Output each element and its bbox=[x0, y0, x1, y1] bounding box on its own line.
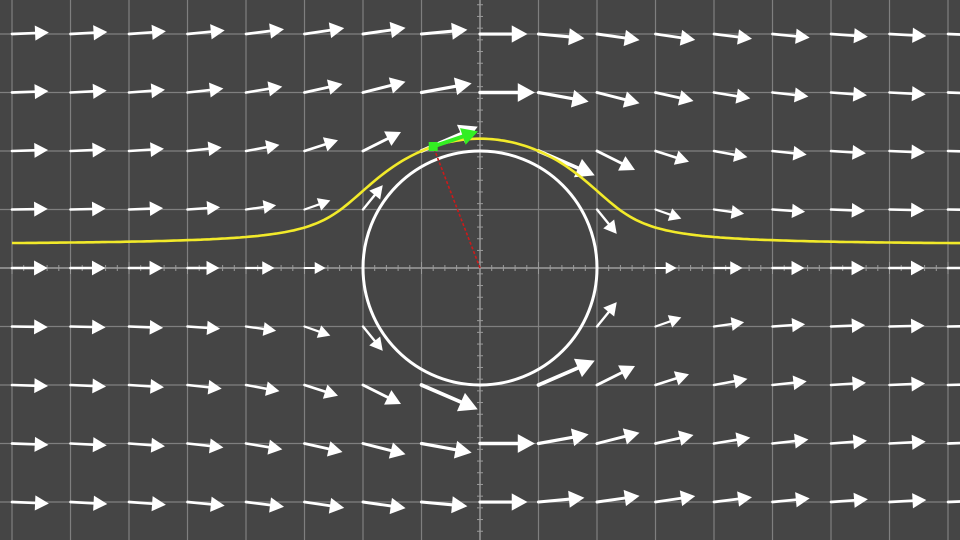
arrow-shaft bbox=[829, 498, 856, 504]
vector-field-canvas[interactable] bbox=[0, 0, 960, 540]
arrow-shaft bbox=[888, 208, 913, 212]
arrow-shaft bbox=[771, 208, 794, 213]
arrow-shaft bbox=[946, 32, 960, 36]
arrow-shaft bbox=[946, 383, 960, 387]
arrow-shaft bbox=[10, 442, 37, 446]
arrow-shaft bbox=[69, 442, 95, 446]
arrow-shaft bbox=[127, 89, 153, 94]
arrow-shaft bbox=[946, 149, 960, 153]
arrow-shaft bbox=[771, 323, 794, 328]
arrow-shaft bbox=[829, 91, 855, 96]
arrow-shaft bbox=[186, 206, 209, 211]
arrow-shaft bbox=[946, 441, 960, 445]
arrow-shaft bbox=[888, 32, 914, 37]
arrow-shaft bbox=[829, 32, 856, 38]
arrow-shaft bbox=[888, 382, 913, 387]
arrow-shaft bbox=[829, 440, 855, 445]
arrow-shaft bbox=[69, 383, 94, 388]
arrow-shaft bbox=[888, 499, 914, 504]
arrow-shaft bbox=[829, 324, 854, 328]
arrow-shaft bbox=[69, 148, 94, 153]
arrow-shaft bbox=[888, 324, 913, 328]
arrow-shaft bbox=[829, 208, 854, 212]
arrow-shaft bbox=[829, 149, 854, 154]
arrow-shaft bbox=[888, 441, 914, 445]
arrow-shaft bbox=[69, 500, 95, 505]
arrow-shaft bbox=[10, 90, 37, 94]
arrow-shaft bbox=[946, 500, 960, 504]
arrow-shaft bbox=[127, 207, 152, 211]
arrow-shaft bbox=[888, 91, 914, 95]
arrow-shaft bbox=[127, 148, 152, 153]
arrow-shaft bbox=[10, 500, 37, 505]
arrow-shaft bbox=[127, 500, 154, 506]
arrow-shaft bbox=[127, 325, 152, 329]
particle-marker[interactable] bbox=[428, 141, 438, 151]
arrow-shaft bbox=[10, 149, 36, 153]
arrow-shaft bbox=[186, 325, 209, 330]
arrow-shaft bbox=[69, 325, 94, 329]
arrow-shaft bbox=[829, 382, 854, 387]
arrow-shaft bbox=[946, 91, 960, 95]
arrow-shaft bbox=[127, 30, 154, 36]
arrow-shaft bbox=[69, 207, 94, 211]
arrow-shaft bbox=[127, 383, 152, 388]
arrow-shaft bbox=[69, 31, 95, 36]
arrow-shaft bbox=[10, 31, 37, 36]
arrow-shaft bbox=[69, 90, 95, 94]
arrow-shaft bbox=[10, 383, 36, 387]
arrow-shaft bbox=[127, 442, 153, 447]
arrow-shaft bbox=[888, 149, 913, 154]
